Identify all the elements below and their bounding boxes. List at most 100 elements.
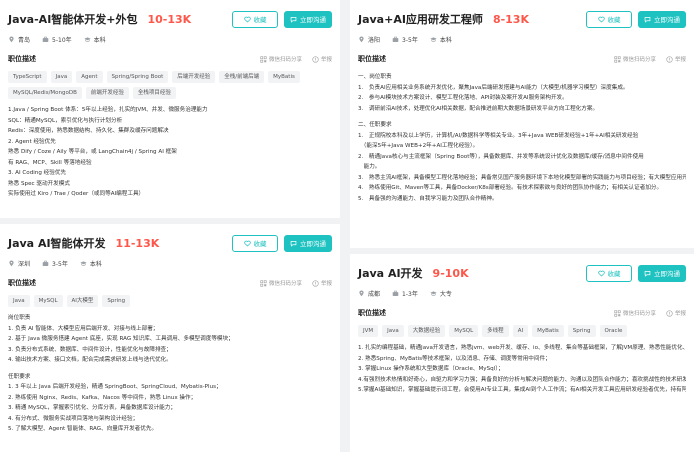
skill-tag: 前端开发经验 [85, 87, 129, 99]
skill-tag: 大数据经验 [407, 325, 446, 337]
job-card[interactable]: Java+AI应用研发工程师 8-13K 收藏 立即沟通 洛阳 3-5年 本科 … [350, 0, 694, 248]
job-card[interactable]: Java AI开发 9-10K 收藏 立即沟通 成都 1-3年 大专 职位描述 … [350, 254, 694, 452]
qr-code-icon [260, 55, 267, 63]
meta-experience-text: 1-3年 [402, 290, 418, 298]
meta-education: 大专 [430, 289, 452, 298]
job-description: 1.Java / Spring Boot 体系：5年以上经验，扎实的JVM、并发… [8, 105, 332, 200]
share-button[interactable]: 微信扫码分享 [260, 55, 302, 63]
skill-tags: JVM Java 大数据经验 MySQL 多线程 AI MyBatis Spring Oracl… [358, 325, 686, 337]
skill-tag: Spring/Spring Boot [106, 71, 169, 83]
description-line: 5. 具备强的沟通能力、自我学习能力及团队合作精神。 [358, 195, 498, 202]
description-line: 能力。 [358, 164, 381, 170]
report-button[interactable]: 举报 [666, 55, 686, 63]
share-button[interactable]: 微信扫码分享 [614, 55, 656, 63]
report-button[interactable]: 举报 [666, 309, 686, 317]
skill-tag: AI大模型 [66, 295, 99, 307]
chat-icon [644, 16, 651, 23]
location-icon [359, 290, 364, 296]
job-salary: 8-13K [492, 12, 529, 26]
report-label: 举报 [320, 57, 332, 63]
briefcase-icon [42, 36, 49, 42]
favorite-button[interactable]: 收藏 [232, 10, 278, 28]
report-label: 举报 [674, 311, 686, 317]
section-title: 职位描述 [8, 55, 36, 63]
skill-tag: Java [8, 295, 30, 307]
job-meta: 深圳 3-5年 本科 [8, 256, 332, 270]
meta-location: 深圳 [8, 259, 30, 268]
favorite-button[interactable]: 收藏 [232, 234, 278, 252]
meta-location: 成都 [358, 289, 380, 298]
share-label: 微信扫码分享 [268, 57, 302, 63]
chat-now-button[interactable]: 立即沟通 [284, 10, 332, 28]
description-line: 2. 熟练使用 Nginx、Redis、Kafka、Nacos 等中间件，熟悉 … [8, 394, 197, 401]
share-button[interactable]: 微信扫码分享 [260, 279, 302, 287]
description-line: 4.有强烈技术热情和好奇心，自驱力和学习力强；具备良好的分析与解决问题的能力、沟… [358, 376, 686, 383]
qr-code-icon [260, 279, 267, 287]
meta-location-text: 洛阳 [368, 36, 381, 44]
skill-tag: MyBatis [268, 71, 300, 83]
warning-icon [312, 279, 319, 287]
skill-tag: MySQL [449, 325, 479, 337]
briefcase-icon [42, 260, 49, 266]
description-line: 2. 熟悉Spring、MyBatis等技术框架，以及消息、存储、调度等常用中间… [358, 355, 551, 362]
skill-tag: 多线程 [482, 325, 509, 337]
description-line: 3. 熟悉主流AI框架，具备模型工程化落地经验；具备常见国产服务器环境下本地化模… [358, 174, 686, 181]
location-icon [9, 260, 14, 266]
description-line: 2. 精通Java核心与主流框架（Spring Boot等），具备数据库、并发等… [358, 153, 644, 160]
description-line: 一、岗位职责 [358, 74, 392, 80]
share-label: 微信扫码分享 [622, 311, 656, 317]
meta-experience: 5-10年 [42, 35, 72, 44]
meta-experience: 1-3年 [392, 289, 418, 298]
report-button[interactable]: 举报 [312, 55, 332, 63]
skill-tag: Agent [76, 71, 103, 83]
meta-education-text: 本科 [93, 36, 106, 44]
heart-icon [597, 270, 605, 277]
chat-now-button[interactable]: 立即沟通 [638, 264, 686, 282]
description-line: 5.掌握AI基础知识，掌握基础提示词工程，会使用AI专业工具，集成AI到个人工作… [358, 387, 686, 393]
description-line: 1. 负责AI应用相关业务系统开发优化，聚焦Java后端研发搭建与AI能力（大模… [358, 84, 629, 91]
job-card[interactable]: Java AI智能体开发 11-13K 收藏 立即沟通 深圳 3-5年 本科 职… [0, 224, 340, 452]
skill-tag: Oracle [599, 325, 628, 337]
description-line: 2. 参与AI模块技术方案设计、模型工程化落地、API封装及案开发AI服务架构开… [358, 95, 568, 101]
job-meta: 青岛 5-10年 本科 [8, 32, 332, 46]
description-line: 3. 调研前沿AI技术，处理优化AI相关数据，配合推进前期大数据场景研发平台方向… [358, 105, 599, 112]
meta-education-text: 本科 [89, 260, 102, 268]
job-title: Java AI开发 [358, 267, 423, 280]
skill-tag: 全栈/前端后端 [219, 71, 265, 83]
chat-now-button[interactable]: 立即沟通 [638, 10, 686, 28]
chat-now-label: 立即沟通 [300, 16, 326, 24]
favorite-button[interactable]: 收藏 [586, 10, 632, 28]
description-line: 3. 负责分布式系统、数据库、中间件设计，性能优化与故障排查； [8, 346, 172, 353]
description-line: 熟悉 Dify / Coze / Aily 等平台，或 LangChain4j … [8, 149, 177, 155]
graduation-cap-icon [80, 260, 87, 266]
meta-location: 洛阳 [358, 35, 380, 44]
report-button[interactable]: 举报 [312, 279, 332, 287]
meta-education-text: 大专 [439, 290, 452, 298]
briefcase-icon [392, 36, 399, 42]
skill-tag: MyBatis [532, 325, 564, 337]
share-button[interactable]: 微信扫码分享 [614, 309, 656, 317]
chat-now-button[interactable]: 立即沟通 [284, 234, 332, 252]
favorite-button[interactable]: 收藏 [586, 264, 632, 282]
briefcase-icon [392, 290, 399, 296]
skill-tag: MySQL/Redis/MongoDB [8, 87, 82, 99]
job-card[interactable]: Java-AI智能体开发+外包 10-13K 收藏 立即沟通 青岛 5-10年 … [0, 0, 340, 218]
description-line: 有 RAG、MCP、Skill 等落地经验 [8, 159, 92, 166]
graduation-cap-icon [430, 290, 437, 296]
warning-icon [666, 309, 673, 317]
favorite-label: 收藏 [253, 240, 267, 248]
qr-code-icon [614, 309, 621, 317]
skill-tag: MySQL [33, 295, 63, 307]
meta-location-text: 青岛 [18, 36, 31, 44]
skill-tag: Java [50, 71, 73, 83]
skill-tag: Spring [102, 295, 131, 307]
chat-now-label: 立即沟通 [654, 16, 680, 24]
favorite-label: 收藏 [607, 16, 621, 24]
chat-icon [290, 240, 297, 247]
job-header: Java+AI应用研发工程师 8-13K 收藏 立即沟通 [358, 6, 686, 32]
meta-experience: 3-5年 [42, 259, 68, 268]
description-line: 1. 3 年以上 Java 后端开发经验，精通 SpringBoot、Sprin… [8, 384, 222, 390]
job-header: Java-AI智能体开发+外包 10-13K 收藏 立即沟通 [8, 6, 332, 32]
skill-tag: 全栈项目经验 [132, 87, 176, 99]
section-title: 职位描述 [8, 279, 36, 287]
